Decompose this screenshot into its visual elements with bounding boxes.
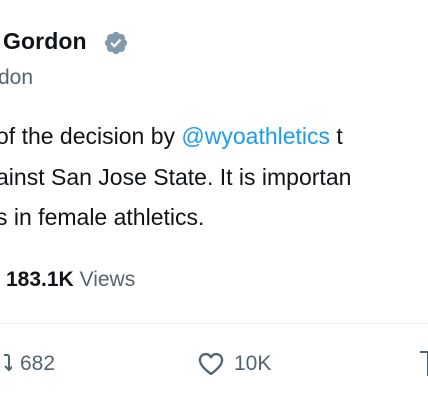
retweet-button[interactable]: 682	[0, 348, 55, 380]
like-count: 10K	[234, 352, 272, 375]
retweet-icon	[4, 354, 12, 372]
tweet-text-line-1: of the decision by @wyoathletics t	[0, 121, 343, 151]
tweet-text-segment: t	[330, 123, 343, 149]
bookmark-icon	[420, 351, 428, 376]
like-button[interactable]: 10K	[196, 348, 271, 380]
author-name[interactable]: . Gordon	[0, 28, 87, 55]
divider	[0, 323, 428, 324]
retweet-count: 682	[20, 352, 56, 375]
verified-badge-icon	[104, 31, 128, 55]
views-count: 183.1K	[6, 268, 74, 291]
author-handle[interactable]: don	[0, 66, 33, 90]
views-label: Views	[79, 268, 136, 291]
heart-icon	[198, 352, 224, 376]
mention-link[interactable]: @wyoathletics	[181, 123, 330, 149]
bookmark-button[interactable]	[418, 348, 428, 380]
tweet-text-segment: of the decision by	[0, 123, 182, 149]
author-name-text: Gordon	[3, 28, 87, 54]
tweet-text-line-2: ainst San Jose State. It is importan	[0, 164, 352, 190]
views-stat[interactable]: 183.1K Views	[6, 268, 135, 292]
tweet-text-line-3: s in female athletics.	[0, 204, 205, 230]
